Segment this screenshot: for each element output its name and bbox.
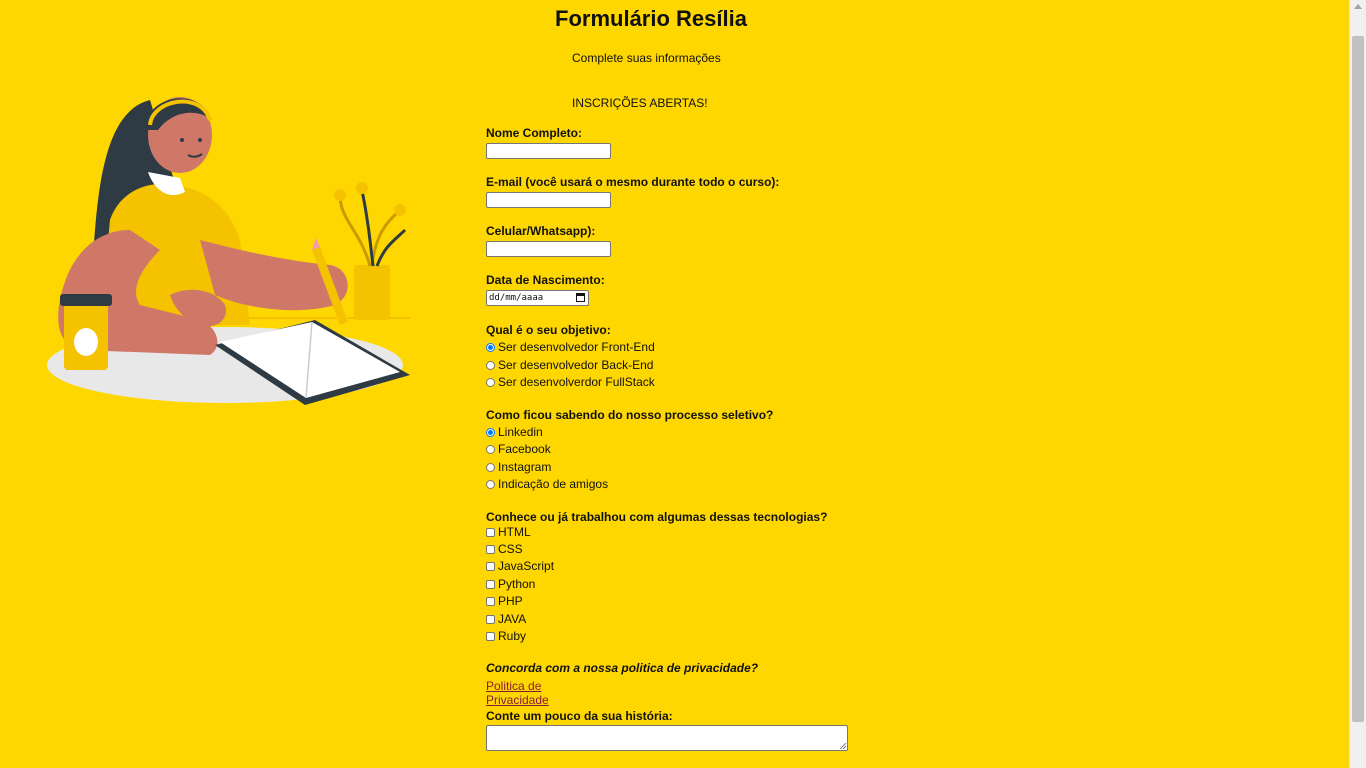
phone-label: Celular/Whatsapp): xyxy=(486,224,596,238)
source-label: Como ficou sabendo do nosso processo sel… xyxy=(486,408,774,422)
radio-button[interactable] xyxy=(486,343,495,352)
source-option-linkedin[interactable]: Linkedin xyxy=(486,425,543,439)
birth-date-field[interactable]: dd/mm/aaaa xyxy=(486,290,589,306)
checkbox[interactable] xyxy=(486,597,495,606)
page-title: Formulário Resília xyxy=(555,6,747,31)
story-textarea[interactable] xyxy=(486,725,848,751)
privacy-policy-link[interactable]: Politica de Privacidade xyxy=(486,679,549,707)
woman-writing-illustration-icon xyxy=(47,97,410,405)
resize-grip-icon[interactable] xyxy=(840,743,846,749)
name-field[interactable] xyxy=(486,143,611,159)
story-label: Conte um pouco da sua história: xyxy=(486,709,673,723)
checkbox[interactable] xyxy=(486,528,495,537)
page: Formulário Resília Complete suas informa… xyxy=(0,0,1349,768)
checkbox[interactable] xyxy=(486,615,495,624)
page-subtitle: Complete suas informações xyxy=(572,51,721,65)
tech-option-java[interactable]: JAVA xyxy=(486,612,526,626)
name-label: Nome Completo: xyxy=(486,126,582,140)
radio-button[interactable] xyxy=(486,428,495,437)
objective-option-backend[interactable]: Ser desenvolvedor Back-End xyxy=(486,358,653,372)
vertical-scrollbar[interactable] xyxy=(1349,0,1366,768)
radio-button[interactable] xyxy=(486,480,495,489)
email-label: E-mail (você usará o mesmo durante todo … xyxy=(486,175,780,189)
checkbox[interactable] xyxy=(486,562,495,571)
tech-option-php[interactable]: PHP xyxy=(486,594,523,608)
tech-option-html[interactable]: HTML xyxy=(486,525,531,539)
tech-option-ruby[interactable]: Ruby xyxy=(486,629,526,643)
calendar-icon[interactable] xyxy=(576,293,585,302)
phone-field[interactable] xyxy=(486,241,611,257)
checkbox[interactable] xyxy=(486,632,495,641)
privacy-question: Concorda com a nossa politica de privaci… xyxy=(486,661,759,675)
radio-button[interactable] xyxy=(486,463,495,472)
registration-notice: INSCRIÇÕES ABERTAS! xyxy=(572,96,708,110)
tech-option-python[interactable]: Python xyxy=(486,577,535,591)
tech-option-javascript[interactable]: JavaScript xyxy=(486,559,554,573)
radio-button[interactable] xyxy=(486,445,495,454)
birth-label: Data de Nascimento: xyxy=(486,273,605,287)
tech-option-css[interactable]: CSS xyxy=(486,542,523,556)
objective-option-frontend[interactable]: Ser desenvolvedor Front-End xyxy=(486,340,655,354)
birth-date-placeholder: dd/mm/aaaa xyxy=(489,293,544,303)
tech-label: Conhece ou já trabalhou com algumas dess… xyxy=(486,510,828,524)
source-option-facebook[interactable]: Facebook xyxy=(486,442,551,456)
source-option-instagram[interactable]: Instagram xyxy=(486,460,551,474)
scrollbar-thumb[interactable] xyxy=(1352,36,1364,722)
checkbox[interactable] xyxy=(486,545,495,554)
radio-button[interactable] xyxy=(486,361,495,370)
scroll-up-arrow-icon[interactable] xyxy=(1354,4,1362,9)
checkbox[interactable] xyxy=(486,580,495,589)
objective-label: Qual é o seu objetivo: xyxy=(486,323,611,337)
objective-option-fullstack[interactable]: Ser desenvolverdor FullStack xyxy=(486,375,655,389)
email-field[interactable] xyxy=(486,192,611,208)
radio-button[interactable] xyxy=(486,378,495,387)
source-option-friends[interactable]: Indicação de amigos xyxy=(486,477,608,491)
